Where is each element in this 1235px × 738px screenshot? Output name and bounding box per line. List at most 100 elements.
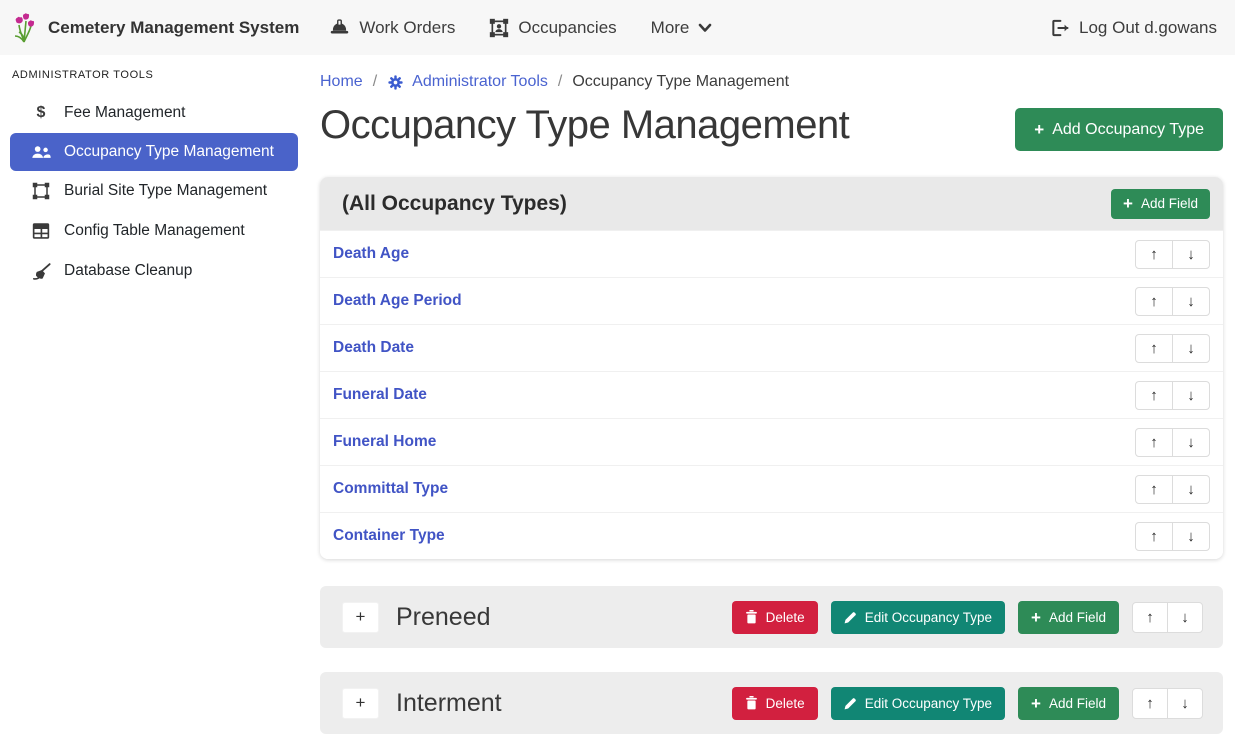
sidebar-item-database-cleanup[interactable]: Database Cleanup [0,251,310,291]
logout-label: Log Out d.gowans [1079,18,1217,38]
move-up-button[interactable]: ↑ [1132,602,1168,633]
move-up-button[interactable]: ↑ [1135,522,1173,551]
occupancy-type-section-preneed: + Preneed Delete Edit Occupancy Type [320,586,1223,648]
move-up-button[interactable]: ↑ [1132,688,1168,719]
move-up-button[interactable]: ↑ [1135,428,1173,457]
nav-occupancies[interactable]: Occupancies [489,18,616,38]
users-icon [30,144,52,160]
main-content: Home / Administrator Tools / Occupancy T… [310,55,1235,738]
logout-link[interactable]: Log Out d.gowans [1050,18,1217,38]
nav-occupancies-label: Occupancies [518,18,616,38]
section-actions: Delete Edit Occupancy Type + Add Field ↑… [732,601,1203,634]
edit-occupancy-type-button[interactable]: Edit Occupancy Type [831,687,1005,720]
occupancies-icon [489,18,509,38]
delete-button[interactable]: Delete [732,687,818,720]
app-brand[interactable]: Cemetery Management System [12,13,299,43]
page-title: Occupancy Type Management [320,103,849,148]
delete-button[interactable]: Delete [732,601,818,634]
edit-occupancy-type-label: Edit Occupancy Type [865,696,992,711]
nav-more-label: More [651,18,690,38]
reorder-button-group: ↑ ↓ [1135,475,1210,504]
move-down-button[interactable]: ↓ [1172,475,1210,504]
move-up-button[interactable]: ↑ [1135,475,1173,504]
sign-out-icon [1050,18,1070,38]
edit-occupancy-type-button[interactable]: Edit Occupancy Type [831,601,1005,634]
all-occupancy-types-title: (All Occupancy Types) [342,192,567,216]
expand-button[interactable]: + [342,688,379,719]
field-link-funeral-home[interactable]: Funeral Home [333,433,436,451]
reorder-button-group: ↑ ↓ [1135,334,1210,363]
field-link-container-type[interactable]: Container Type [333,527,445,545]
title-row: Occupancy Type Management + Add Occupanc… [320,103,1223,151]
expand-button[interactable]: + [342,602,379,633]
sidebar-item-burial-site-type-management[interactable]: Burial Site Type Management [0,171,310,211]
move-down-button[interactable]: ↓ [1172,428,1210,457]
sidebar-item-label: Fee Management [64,104,186,122]
nav-work-orders[interactable]: Work Orders [329,17,455,38]
vector-square-icon [30,182,52,200]
reorder-button-group: ↑ ↓ [1132,602,1203,633]
sidebar-item-label: Occupancy Type Management [64,143,274,161]
all-occupancy-types-card: (All Occupancy Types) + Add Field Death … [320,177,1223,559]
breadcrumb-admin-tools-link[interactable]: Administrator Tools [387,73,548,91]
field-row: Committal Type ↑ ↓ [320,465,1223,512]
app-title: Cemetery Management System [48,18,299,38]
add-field-button[interactable]: + Add Field [1018,687,1119,720]
field-row: Container Type ↑ ↓ [320,512,1223,559]
field-link-death-age-period[interactable]: Death Age Period [333,292,462,310]
tulip-logo-icon [12,13,38,43]
nav-more[interactable]: More [651,18,713,38]
move-down-button[interactable]: ↓ [1172,381,1210,410]
all-occupancy-types-header: (All Occupancy Types) + Add Field [320,177,1223,230]
breadcrumb-separator: / [373,73,377,91]
sidebar-item-config-table-management[interactable]: Config Table Management [0,211,310,251]
move-down-button[interactable]: ↓ [1167,602,1203,633]
field-link-committal-type[interactable]: Committal Type [333,480,448,498]
reorder-button-group: ↑ ↓ [1132,688,1203,719]
reorder-button-group: ↑ ↓ [1135,522,1210,551]
nav-work-orders-label: Work Orders [359,18,455,38]
move-down-button[interactable]: ↓ [1167,688,1203,719]
delete-label: Delete [766,610,805,625]
reorder-button-group: ↑ ↓ [1135,428,1210,457]
move-up-button[interactable]: ↑ [1135,240,1173,269]
breadcrumb-separator: / [558,73,562,91]
sidebar-item-label: Burial Site Type Management [64,182,267,200]
field-row: Funeral Date ↑ ↓ [320,371,1223,418]
breadcrumb: Home / Administrator Tools / Occupancy T… [320,73,1223,91]
field-link-death-date[interactable]: Death Date [333,339,414,357]
main-nav: Work Orders Occupancies More [329,17,712,38]
sidebar-item-label: Config Table Management [64,222,245,240]
add-field-label: Add Field [1141,196,1198,211]
move-up-button[interactable]: ↑ [1135,381,1173,410]
edit-occupancy-type-label: Edit Occupancy Type [865,610,992,625]
dollar-icon: $ [30,104,52,122]
plus-icon: + [1031,609,1041,626]
add-field-button[interactable]: + Add Field [1111,189,1210,219]
move-up-button[interactable]: ↑ [1135,287,1173,316]
field-row: Death Age ↑ ↓ [320,230,1223,277]
sidebar: ADMINISTRATOR TOOLS $ Fee Management Occ… [0,55,310,738]
breadcrumb-home-link[interactable]: Home [320,73,363,91]
breadcrumb-admin-tools-label: Administrator Tools [412,73,548,91]
add-field-button[interactable]: + Add Field [1018,601,1119,634]
move-down-button[interactable]: ↓ [1172,240,1210,269]
section-title: Interment [396,689,502,718]
occupancy-type-section-interment: + Interment Delete Edit Occupancy Type [320,672,1223,734]
reorder-button-group: ↑ ↓ [1135,287,1210,316]
sidebar-item-fee-management[interactable]: $ Fee Management [0,93,310,133]
add-field-label: Add Field [1049,696,1106,711]
sidebar-item-occupancy-type-management[interactable]: Occupancy Type Management [10,133,298,171]
move-up-button[interactable]: ↑ [1135,334,1173,363]
field-link-funeral-date[interactable]: Funeral Date [333,386,427,404]
plus-icon: + [1034,121,1044,138]
move-down-button[interactable]: ↓ [1172,287,1210,316]
gear-icon [387,74,404,91]
add-occupancy-type-button[interactable]: + Add Occupancy Type [1015,108,1223,151]
broom-icon [30,263,52,280]
move-down-button[interactable]: ↓ [1172,522,1210,551]
hard-hat-icon [329,17,350,38]
move-down-button[interactable]: ↓ [1172,334,1210,363]
field-link-death-age[interactable]: Death Age [333,245,409,263]
trash-icon [745,696,758,710]
